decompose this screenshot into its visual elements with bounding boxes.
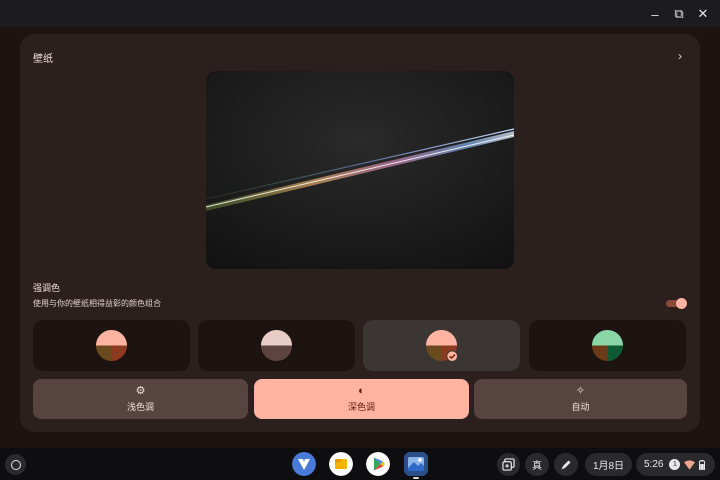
minimize-button[interactable]: –: [643, 3, 667, 25]
contrast-icon: ◐: [358, 385, 365, 397]
restore-button[interactable]: ⧉: [667, 3, 691, 25]
accent-color-description: 使用与你的壁纸相得益彰的颜色组合: [33, 299, 161, 308]
accent-color-title: 强调色: [33, 283, 61, 293]
color-option-3[interactable]: [363, 320, 520, 371]
wallpaper-preview[interactable]: [206, 71, 514, 269]
magic-wand-icon: ✧: [575, 385, 586, 397]
calendar-date-button[interactable]: 1月8日: [585, 453, 632, 476]
close-button[interactable]: ✕: [691, 3, 715, 25]
dark-mode-label: 深色调: [347, 402, 375, 412]
check-icon: [446, 350, 458, 362]
color-option-1[interactable]: [33, 320, 190, 371]
vpn-app-icon[interactable]: [292, 452, 316, 476]
brightness-icon: ⚙: [135, 385, 146, 397]
color-swatch-4: [591, 329, 624, 362]
battery-icon: [699, 459, 706, 470]
stylus-tools-button[interactable]: [554, 453, 578, 476]
light-mode-label: 浅色调: [126, 402, 154, 412]
launcher-button[interactable]: [5, 454, 26, 475]
chevron-right-icon[interactable]: ›: [678, 49, 682, 63]
color-option-2[interactable]: [198, 320, 355, 371]
color-swatch-2: [260, 329, 293, 362]
active-app-indicator: [413, 477, 419, 479]
launcher-icon: [10, 459, 21, 470]
wallpaper-section-title: 壁纸: [33, 54, 53, 65]
pen-icon: [561, 460, 571, 469]
light-mode-button[interactable]: ⚙ 浅色调: [33, 379, 248, 419]
color-swatch-1: [95, 329, 128, 362]
notification-count-badge: 1: [669, 459, 681, 470]
shelf: 真 1月8日 5:26 1: [0, 448, 720, 480]
input-method-button[interactable]: 真: [525, 453, 549, 476]
screen-capture-button[interactable]: [497, 453, 520, 476]
toggle-thumb: [676, 298, 687, 309]
title-bar: – ⧉ ✕: [0, 0, 720, 27]
status-area-button[interactable]: 5:26 1: [636, 453, 715, 476]
wallpaper-colors-toggle[interactable]: [666, 298, 687, 309]
screen-capture-icon: [502, 458, 515, 471]
personalization-window: – ⧉ ✕ 壁纸 › 强调色 使用与你的壁纸相得益彰的颜色组合 ⚙ 浅色调 ◐ …: [0, 0, 720, 448]
auto-mode-label: 自动: [571, 402, 590, 412]
color-option-4[interactable]: [529, 320, 686, 371]
wallpaper-and-style-card: 壁纸 › 强调色 使用与你的壁纸相得益彰的颜色组合 ⚙ 浅色调 ◐ 深色调 ✧ …: [20, 34, 700, 432]
color-swatch-3: [425, 329, 458, 362]
play-store-icon[interactable]: [366, 452, 390, 476]
wifi-icon: [684, 459, 696, 470]
light-streak-image: [206, 71, 514, 269]
clock-time: 5:26: [644, 459, 664, 470]
files-app-icon[interactable]: [329, 452, 353, 476]
dark-mode-button[interactable]: ◐ 深色调: [254, 379, 469, 419]
auto-mode-button[interactable]: ✧ 自动: [474, 379, 687, 419]
wallpaper-app-icon[interactable]: [404, 452, 428, 476]
